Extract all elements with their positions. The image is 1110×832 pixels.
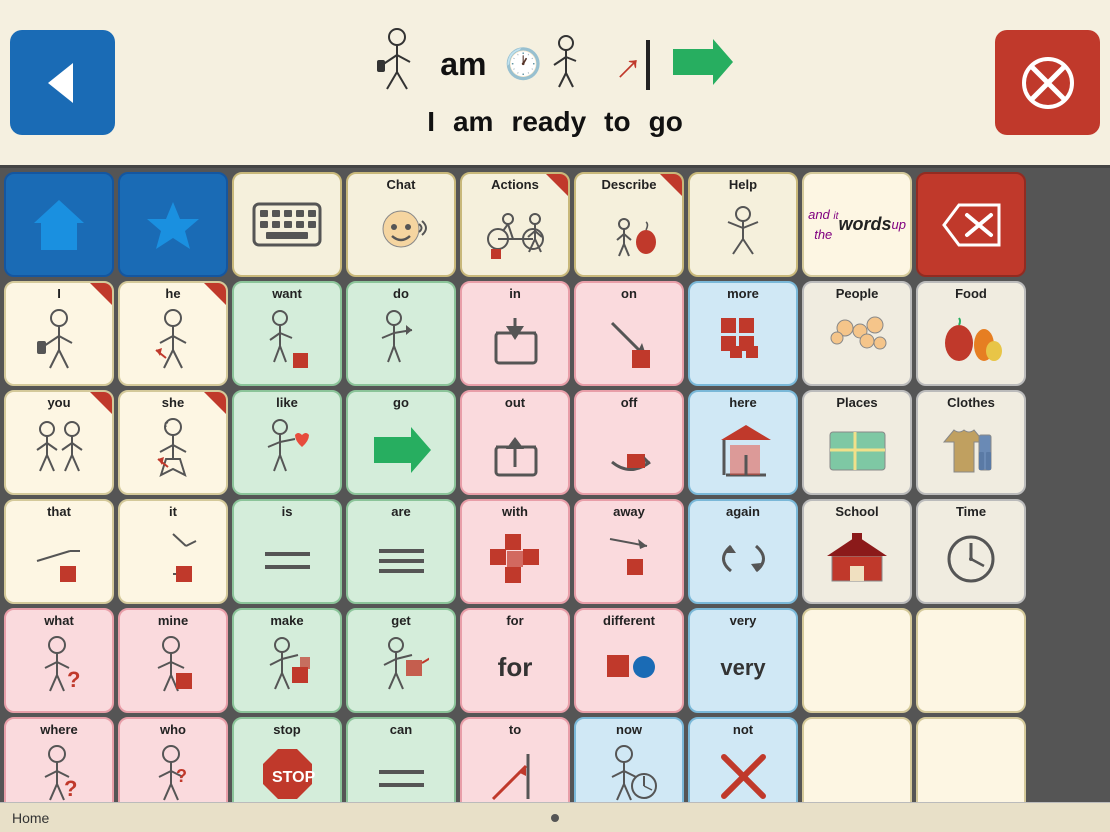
cell-different[interactable]: different	[574, 608, 684, 713]
cell-out[interactable]: out	[460, 390, 570, 495]
cell-he[interactable]: he	[118, 281, 228, 386]
cell-she[interactable]: she	[118, 390, 228, 495]
sentence-icons: am 🕐 →	[372, 27, 738, 102]
cell-time[interactable]: Time	[916, 499, 1026, 604]
cell-people[interactable]: People	[802, 281, 912, 386]
cell-what[interactable]: what ?	[4, 608, 114, 713]
sentence-icon-I	[372, 27, 422, 102]
sentence-area: am 🕐 →	[115, 27, 995, 138]
word-go: go	[649, 106, 683, 138]
cell-here[interactable]: here	[688, 390, 798, 495]
row-4: what ? mine	[4, 608, 1106, 713]
nav-delete[interactable]	[916, 172, 1026, 277]
nav-words[interactable]: and it the words up	[802, 172, 912, 277]
cell-school[interactable]: School	[802, 499, 912, 604]
svg-text:?: ?	[176, 766, 187, 786]
row-2: you she	[4, 390, 1106, 495]
cell-with[interactable]: with	[460, 499, 570, 604]
nav-help[interactable]: Help	[688, 172, 798, 277]
cell-get[interactable]: get	[346, 608, 456, 713]
svg-text:?: ?	[67, 667, 80, 692]
cell-again[interactable]: again	[688, 499, 798, 604]
cell-empty-4-9	[916, 608, 1026, 713]
nav-keyboard[interactable]	[232, 172, 342, 277]
sentence-icon-ready: 🕐	[504, 35, 585, 95]
sentence-icon-go	[668, 37, 738, 92]
cell-very[interactable]: very very	[688, 608, 798, 713]
nav-favorites[interactable]	[118, 172, 228, 277]
close-button[interactable]	[995, 30, 1100, 135]
word-am: am	[453, 106, 493, 138]
home-label: Home	[12, 810, 49, 826]
top-bar: am 🕐 →	[0, 0, 1110, 168]
cell-go[interactable]: go	[346, 390, 456, 495]
nav-home[interactable]	[4, 172, 114, 277]
home-dot	[551, 814, 559, 822]
cell-like[interactable]: like	[232, 390, 342, 495]
row-1: I he	[4, 281, 1106, 386]
cell-more[interactable]: more	[688, 281, 798, 386]
sentence-icon-am: am	[440, 46, 486, 83]
cell-is[interactable]: is	[232, 499, 342, 604]
grid-area: Chat Actions	[0, 168, 1110, 826]
word-to: to	[604, 106, 630, 138]
cell-mine[interactable]: mine	[118, 608, 228, 713]
svg-text:STOP: STOP	[272, 769, 315, 786]
status-bar: Home	[0, 802, 1110, 832]
cell-it[interactable]: it	[118, 499, 228, 604]
cell-places[interactable]: Places	[802, 390, 912, 495]
cell-for[interactable]: for for	[460, 608, 570, 713]
cell-do[interactable]: do	[346, 281, 456, 386]
back-button[interactable]	[10, 30, 115, 135]
cell-food[interactable]: Food	[916, 281, 1026, 386]
cell-make[interactable]: make	[232, 608, 342, 713]
cell-empty-4-8	[802, 608, 912, 713]
cell-off[interactable]: off	[574, 390, 684, 495]
nav-row: Chat Actions	[4, 172, 1106, 277]
sentence-icon-to: →	[604, 40, 650, 90]
nav-chat[interactable]: Chat	[346, 172, 456, 277]
svg-text:?: ?	[64, 776, 77, 801]
cell-on[interactable]: on	[574, 281, 684, 386]
cell-away[interactable]: away	[574, 499, 684, 604]
cell-you[interactable]: you	[4, 390, 114, 495]
word-I: I	[427, 106, 435, 138]
word-ready: ready	[511, 106, 586, 138]
sentence-text: I am ready to go	[427, 106, 683, 138]
cell-I[interactable]: I	[4, 281, 114, 386]
cell-that[interactable]: that	[4, 499, 114, 604]
cell-clothes[interactable]: Clothes	[916, 390, 1026, 495]
row-3: that it is	[4, 499, 1106, 604]
cell-in[interactable]: in	[460, 281, 570, 386]
nav-actions[interactable]: Actions	[460, 172, 570, 277]
nav-describe[interactable]: Describe	[574, 172, 684, 277]
cell-are[interactable]: are	[346, 499, 456, 604]
cell-want[interactable]: want	[232, 281, 342, 386]
